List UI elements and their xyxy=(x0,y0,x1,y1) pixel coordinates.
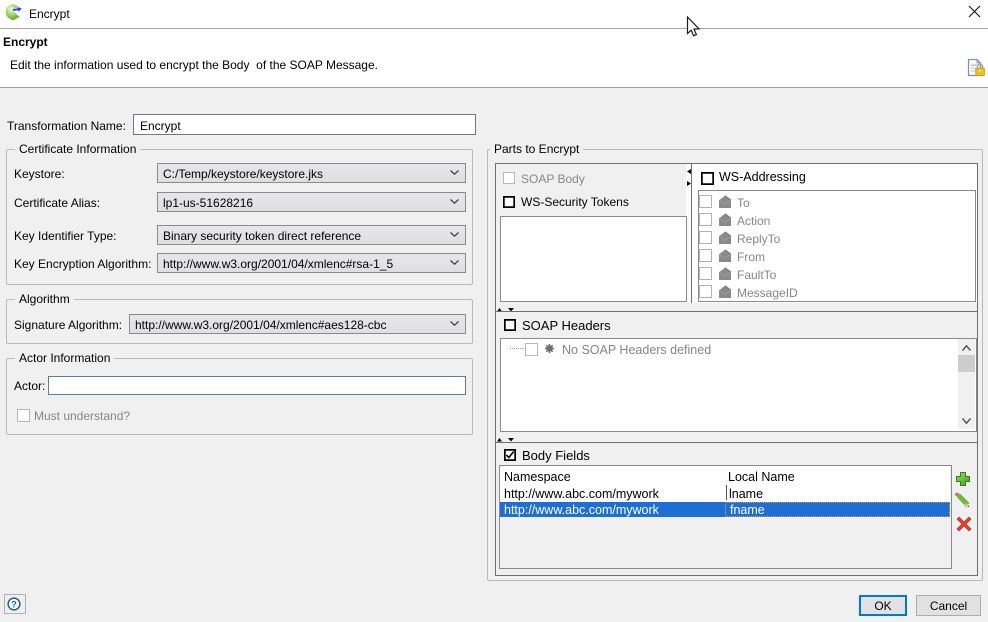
svg-text:?: ? xyxy=(11,599,17,609)
